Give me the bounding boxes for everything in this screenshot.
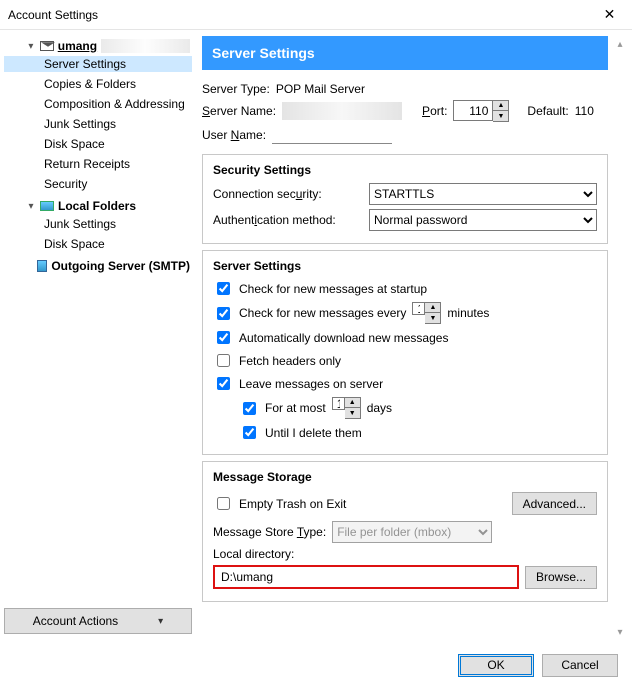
account-tree-sidebar: umang Server Settings Copies & Folders C…	[0, 30, 196, 640]
tree-item-local-junk[interactable]: Junk Settings	[4, 216, 192, 232]
smtp-icon	[37, 260, 47, 272]
browse-button[interactable]: Browse...	[525, 566, 597, 589]
account-tree[interactable]: umang Server Settings Copies & Folders C…	[4, 36, 192, 602]
check-startup-checkbox[interactable]: Check for new messages at startup	[213, 279, 597, 298]
spin-up-icon: ▲	[493, 101, 508, 111]
smtp-label: Outgoing Server (SMTP)	[51, 259, 190, 273]
tree-item-disk-space[interactable]: Disk Space	[4, 136, 192, 152]
store-type-label: Message Store Type:	[213, 525, 326, 539]
message-storage-group: Message Storage Empty Trash on Exit Adva…	[202, 461, 608, 602]
user-name-label: User Name:	[202, 128, 266, 142]
titlebar: Account Settings ✕	[0, 0, 632, 30]
tree-item-composition[interactable]: Composition & Addressing	[4, 96, 192, 112]
user-name-input[interactable]	[272, 126, 392, 144]
scroll-up-icon[interactable]: ▴	[612, 36, 628, 52]
spin-down-icon: ▼	[493, 111, 508, 121]
check-every-checkbox[interactable]: Check for new messages every ▲▼ minutes	[213, 302, 597, 324]
server-type-label: Server Type:	[202, 82, 270, 96]
scroll-down-icon[interactable]: ▾	[612, 624, 628, 640]
at-most-days-input[interactable]: ▲▼	[332, 397, 361, 419]
advanced-button[interactable]: Advanced...	[512, 492, 597, 515]
storage-legend: Message Storage	[213, 470, 597, 484]
twisty-icon[interactable]	[26, 201, 36, 211]
security-settings-group: Security Settings Connection security: S…	[202, 154, 608, 244]
local-dir-input[interactable]: D:\umang	[213, 565, 519, 589]
chevron-down-icon: ▾	[158, 616, 163, 627]
settings-panel-wrap: Server Settings Server Type: POP Mail Se…	[196, 30, 632, 640]
local-folders-label: Local Folders	[58, 199, 136, 213]
tree-account-root[interactable]: umang	[4, 38, 192, 54]
monitor-icon	[40, 201, 54, 211]
store-type-select: File per folder (mbox)	[332, 521, 492, 543]
auth-method-label: Authentication method:	[213, 213, 363, 227]
until-delete-checkbox[interactable]: Until I delete them	[213, 423, 597, 442]
auth-method-select[interactable]: Normal password	[369, 209, 597, 231]
default-port-value: 110	[575, 104, 594, 118]
panel-header: Server Settings	[202, 36, 608, 70]
tree-item-local-disk[interactable]: Disk Space	[4, 236, 192, 252]
check-every-input[interactable]: ▲▼	[412, 302, 441, 324]
port-input[interactable]: ▲▼	[453, 100, 509, 122]
twisty-icon[interactable]	[26, 41, 36, 51]
close-button[interactable]: ✕	[587, 0, 632, 30]
tree-item-copies-folders[interactable]: Copies & Folders	[4, 76, 192, 92]
cancel-button[interactable]: Cancel	[542, 654, 618, 677]
fetch-headers-checkbox[interactable]: Fetch headers only	[213, 351, 597, 370]
tree-item-security[interactable]: Security	[4, 176, 192, 192]
port-label: Port:	[422, 104, 447, 118]
server-type-value: POP Mail Server	[276, 82, 365, 96]
empty-trash-checkbox[interactable]: Empty Trash on Exit	[213, 494, 346, 513]
for-at-most-checkbox[interactable]: For at most ▲▼ days	[213, 397, 597, 419]
redaction-mask	[101, 39, 190, 53]
ok-button[interactable]: OK	[458, 654, 534, 677]
auto-download-checkbox[interactable]: Automatically download new messages	[213, 328, 597, 347]
tree-item-return-receipts[interactable]: Return Receipts	[4, 156, 192, 172]
server-legend: Server Settings	[213, 259, 597, 273]
window-title: Account Settings	[8, 8, 98, 22]
leave-on-server-checkbox[interactable]: Leave messages on server	[213, 374, 597, 393]
server-identity: Server Type: POP Mail Server Server Name…	[202, 78, 608, 148]
server-name-input[interactable]	[282, 102, 402, 120]
vertical-scrollbar[interactable]: ▴ ▾	[612, 36, 628, 640]
server-name-label: Server Name:	[202, 104, 276, 118]
content-area: umang Server Settings Copies & Folders C…	[0, 30, 632, 640]
account-actions-button[interactable]: Account Actions ▾	[4, 608, 192, 634]
dialog-buttons: OK Cancel	[0, 640, 632, 690]
tree-item-server-settings[interactable]: Server Settings	[4, 56, 192, 72]
security-legend: Security Settings	[213, 163, 597, 177]
default-port-label: Default:	[527, 104, 568, 118]
tree-local-folders[interactable]: Local Folders	[4, 198, 192, 214]
conn-security-label: Connection security:	[213, 187, 363, 201]
settings-panel: Server Settings Server Type: POP Mail Se…	[202, 36, 608, 640]
local-dir-label: Local directory:	[213, 547, 294, 561]
account-name: umang	[58, 39, 97, 53]
server-settings-group: Server Settings Check for new messages a…	[202, 250, 608, 455]
conn-security-select[interactable]: STARTTLS	[369, 183, 597, 205]
mail-icon	[40, 41, 54, 51]
tree-smtp[interactable]: Outgoing Server (SMTP)	[4, 258, 192, 274]
tree-item-junk[interactable]: Junk Settings	[4, 116, 192, 132]
